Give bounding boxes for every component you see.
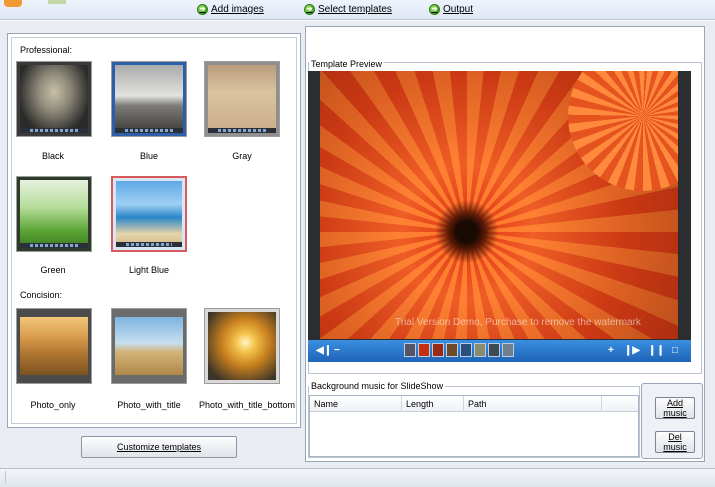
template-blue[interactable] bbox=[111, 61, 187, 137]
template-photo-with-title-bottom-label: Photo_with_title_bottom bbox=[198, 400, 296, 410]
template-photo-only-thumbnail bbox=[20, 317, 88, 375]
status-divider bbox=[5, 471, 6, 483]
arrow-right-icon: ➜ bbox=[304, 3, 315, 15]
thumbnail-8[interactable] bbox=[502, 343, 514, 357]
template-gray[interactable] bbox=[204, 61, 280, 137]
thumbnail-1[interactable] bbox=[404, 343, 416, 357]
del-music-button[interactable]: Del music bbox=[655, 431, 695, 453]
music-table[interactable]: Name Length Path bbox=[309, 395, 639, 457]
template-light-blue-thumbnail bbox=[116, 181, 182, 247]
music-table-header: Name Length Path bbox=[310, 396, 638, 412]
preview-image bbox=[320, 71, 678, 339]
template-gray-label: Gray bbox=[232, 151, 252, 161]
section-professional-label: Professional: bbox=[20, 45, 73, 55]
arrow-right-icon: ➜ bbox=[429, 3, 440, 15]
customize-templates-button[interactable]: Customize templates bbox=[81, 436, 237, 458]
step-toolbar: ➜ Add images ➜ Select templates ➜ Output bbox=[0, 0, 715, 20]
step-select-templates[interactable]: ➜ Select templates bbox=[304, 2, 392, 16]
column-name[interactable]: Name bbox=[310, 396, 402, 412]
app-logo bbox=[4, 0, 74, 8]
music-buttons-area: Add music Del music bbox=[641, 383, 703, 459]
template-photo-with-title-bottom-thumbnail bbox=[208, 312, 276, 380]
first-slide-icon[interactable]: ◀❙ bbox=[316, 343, 332, 359]
thumbnail-strip bbox=[404, 343, 514, 359]
slideshow-preview: Trial Version Demo, Purchase to remove t… bbox=[308, 71, 691, 362]
step-output[interactable]: ➜ Output bbox=[429, 2, 473, 16]
thumbnail-3[interactable] bbox=[432, 343, 444, 357]
thumbnail-7[interactable] bbox=[488, 343, 500, 357]
step-add-images[interactable]: ➜ Add images bbox=[197, 2, 264, 16]
step-select-templates-label: Select templates bbox=[318, 3, 392, 15]
last-slide-icon[interactable]: ❙▶ bbox=[624, 343, 640, 359]
template-blue-thumbnail bbox=[115, 65, 183, 133]
zoom-out-icon[interactable]: − bbox=[334, 343, 340, 359]
thumbnail-5[interactable] bbox=[460, 343, 472, 357]
status-bar bbox=[0, 468, 715, 487]
thumbnail-6[interactable] bbox=[474, 343, 486, 357]
template-gray-thumbnail bbox=[208, 65, 276, 133]
template-green-thumbnail bbox=[20, 180, 88, 248]
step-output-label: Output bbox=[443, 3, 474, 15]
template-photo-only[interactable] bbox=[16, 308, 92, 384]
thumbnail-4[interactable] bbox=[446, 343, 458, 357]
column-length[interactable]: Length bbox=[402, 396, 464, 412]
thumbnail-2[interactable] bbox=[418, 343, 430, 357]
template-photo-with-title[interactable] bbox=[111, 308, 187, 384]
template-preview-title: Template Preview bbox=[309, 59, 385, 69]
add-music-button[interactable]: Add music bbox=[655, 397, 695, 419]
template-light-blue-label: Light Blue bbox=[128, 265, 170, 275]
pause-icon[interactable]: ❙❙ bbox=[648, 343, 665, 359]
player-controls: ◀❙ − + ❙▶ ❙❙ □ bbox=[308, 340, 691, 362]
template-photo-with-title-bottom[interactable] bbox=[204, 308, 280, 384]
section-concision-label: Concision: bbox=[20, 290, 63, 300]
template-light-blue[interactable] bbox=[111, 176, 187, 252]
watermark-text: Trial Version Demo, Purchase to remove t… bbox=[395, 317, 641, 328]
background-music-title: Background music for SlideShow bbox=[309, 381, 446, 391]
zoom-in-icon[interactable]: + bbox=[608, 343, 614, 359]
template-photo-with-title-thumbnail bbox=[115, 317, 183, 375]
template-black-thumbnail bbox=[20, 65, 88, 133]
arrow-right-icon: ➜ bbox=[197, 3, 208, 15]
templates-panel: Professional: Black Blue Gray Green Ligh… bbox=[7, 33, 301, 428]
template-green[interactable] bbox=[16, 176, 92, 252]
column-path[interactable]: Path bbox=[464, 396, 602, 412]
templates-list: Professional: Black Blue Gray Green Ligh… bbox=[11, 37, 297, 424]
fullscreen-icon[interactable]: □ bbox=[672, 343, 678, 359]
template-black[interactable] bbox=[16, 61, 92, 137]
step-add-images-label: Add images bbox=[211, 3, 264, 15]
